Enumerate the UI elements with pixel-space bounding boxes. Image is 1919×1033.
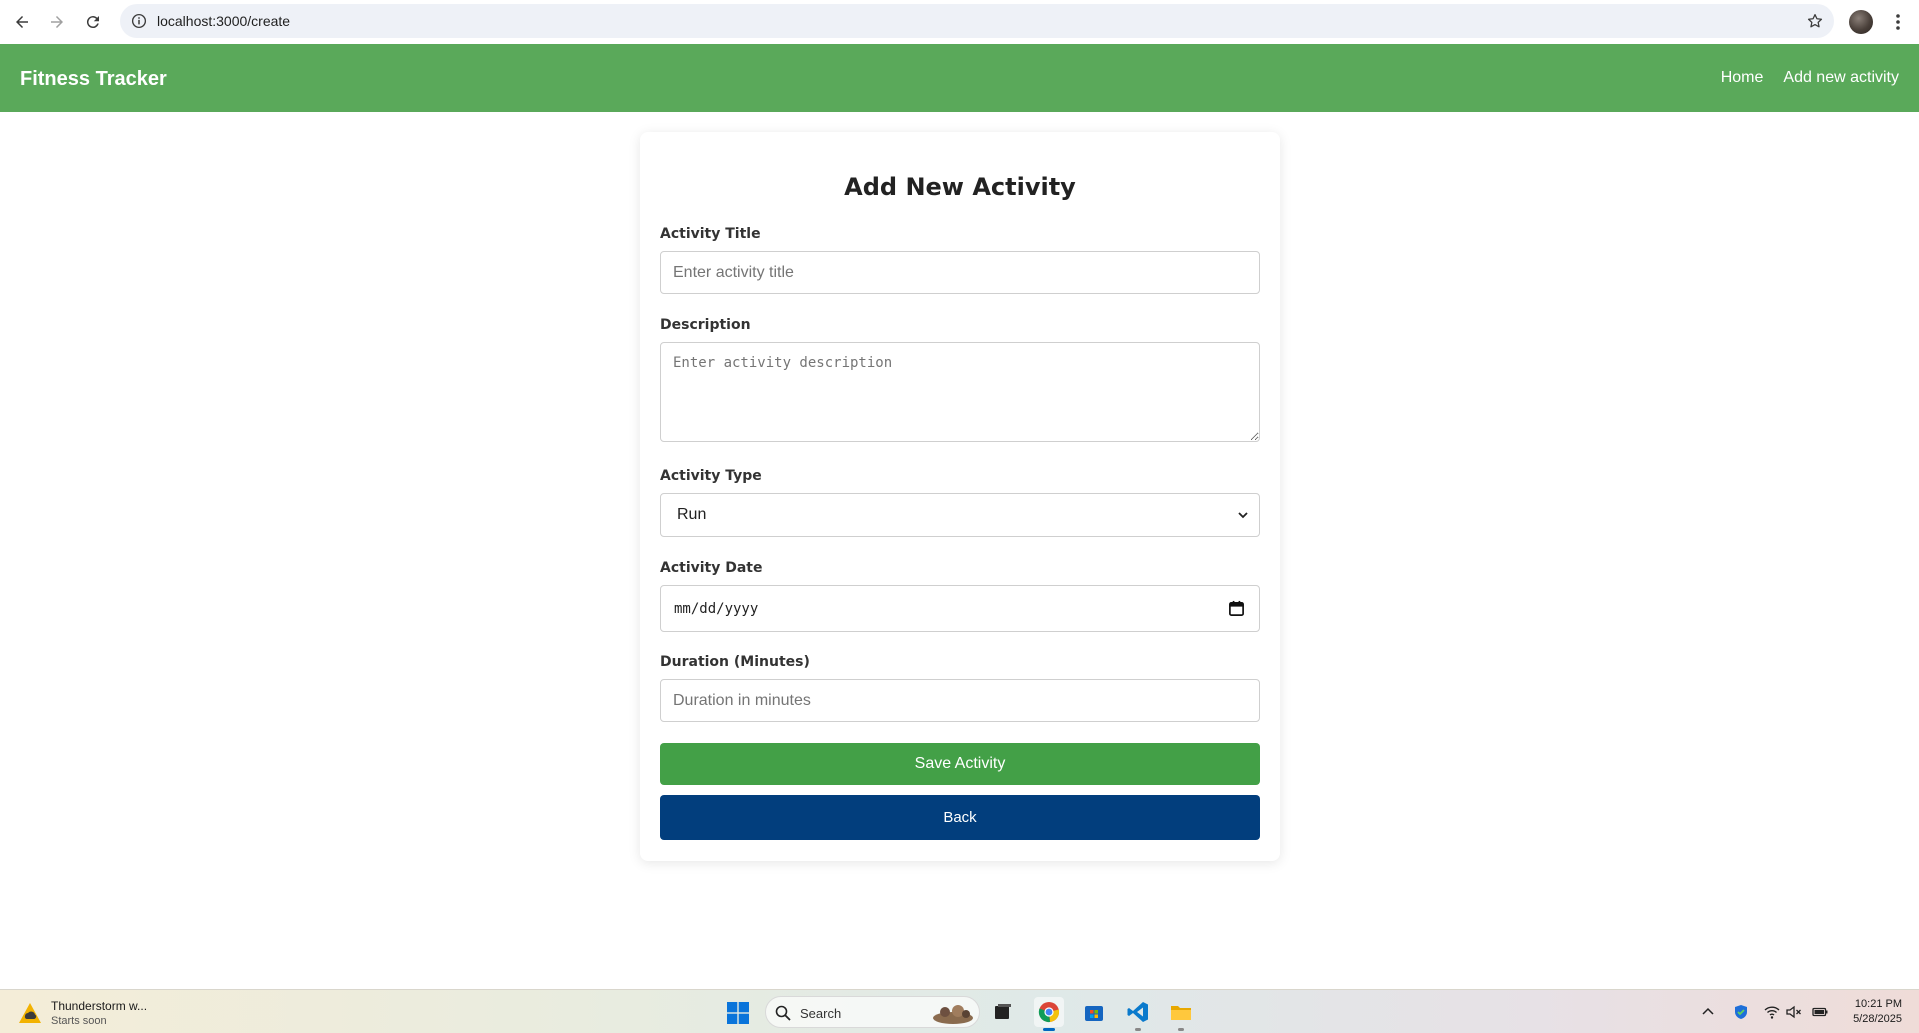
activity-title-input[interactable] (660, 251, 1260, 294)
activity-type-selected: Run (677, 506, 707, 523)
security-shield-icon[interactable] (1733, 1004, 1749, 1020)
search-icon (775, 1005, 791, 1021)
bookmark-star-icon[interactable] (1806, 12, 1824, 30)
store-app-icon[interactable] (1079, 997, 1109, 1027)
vscode-app-icon[interactable] (1123, 997, 1153, 1031)
site-info-icon[interactable] (130, 12, 148, 30)
battery-icon[interactable] (1812, 1004, 1828, 1020)
url-text[interactable]: localhost:3000/create (157, 13, 290, 29)
browser-toolbar: localhost:3000/create (0, 0, 1919, 44)
activity-date-label: Activity Date (660, 560, 763, 576)
search-highlight-icon (933, 1005, 973, 1024)
app-navbar: Fitness Tracker Home Add new activity (0, 44, 1919, 112)
forward-arrow-icon[interactable] (44, 9, 70, 35)
weather-storm-icon[interactable] (18, 1002, 42, 1024)
brand-link[interactable]: Fitness Tracker (20, 68, 167, 91)
file-explorer-icon[interactable] (1166, 997, 1196, 1031)
clock-time: 10:21 PM (1854, 998, 1902, 1010)
activity-type-select[interactable]: Run (660, 493, 1260, 537)
nav-link-add-activity[interactable]: Add new activity (1783, 69, 1899, 87)
running-app-indicator (1135, 1028, 1141, 1031)
windows-start-icon[interactable] (727, 1002, 749, 1024)
activity-title-label: Activity Title (660, 226, 761, 242)
task-view-icon[interactable] (988, 997, 1018, 1027)
taskbar-search[interactable]: Search (765, 996, 980, 1028)
description-label: Description (660, 317, 751, 333)
activity-date-input[interactable]: mm/dd/yyyy (660, 585, 1260, 632)
search-label: Search (800, 1006, 842, 1021)
active-app-indicator (1043, 1028, 1055, 1031)
running-app-indicator (1178, 1028, 1184, 1031)
nav-links: Home Add new activity (1721, 69, 1899, 87)
duration-input[interactable] (660, 679, 1260, 722)
activity-type-label: Activity Type (660, 468, 762, 484)
duration-label: Duration (Minutes) (660, 654, 810, 670)
nav-link-home[interactable]: Home (1721, 69, 1764, 87)
save-activity-button[interactable]: Save Activity (660, 743, 1260, 785)
address-bar[interactable]: localhost:3000/create (120, 4, 1834, 38)
reload-icon[interactable] (80, 9, 106, 35)
chevron-down-icon (1238, 512, 1248, 519)
profile-avatar[interactable] (1849, 10, 1873, 34)
page-title: Add New Activity (844, 173, 1076, 201)
taskbar-clock[interactable]: 10:21 PM 5/28/2025 (1846, 998, 1902, 1025)
windows-taskbar: Thunderstorm w... Starts soon Search 10:… (0, 989, 1919, 1033)
browser-menu-icon[interactable] (1886, 10, 1910, 34)
clock-date: 5/28/2025 (1853, 1013, 1902, 1025)
back-button[interactable]: Back (660, 795, 1260, 840)
date-placeholder: mm/dd/yyyy (674, 601, 759, 617)
description-textarea[interactable] (660, 342, 1260, 442)
weather-title[interactable]: Thunderstorm w... (51, 999, 147, 1013)
activity-form-card: Add New Activity Activity Title Descript… (640, 132, 1280, 861)
chevron-up-icon[interactable] (1700, 1004, 1716, 1020)
volume-muted-icon[interactable] (1786, 1004, 1802, 1020)
back-arrow-icon[interactable] (9, 9, 35, 35)
calendar-icon[interactable] (1228, 600, 1245, 617)
weather-subtitle: Starts soon (51, 1015, 107, 1027)
chrome-app-icon[interactable] (1034, 997, 1064, 1031)
wifi-icon[interactable] (1764, 1004, 1780, 1020)
